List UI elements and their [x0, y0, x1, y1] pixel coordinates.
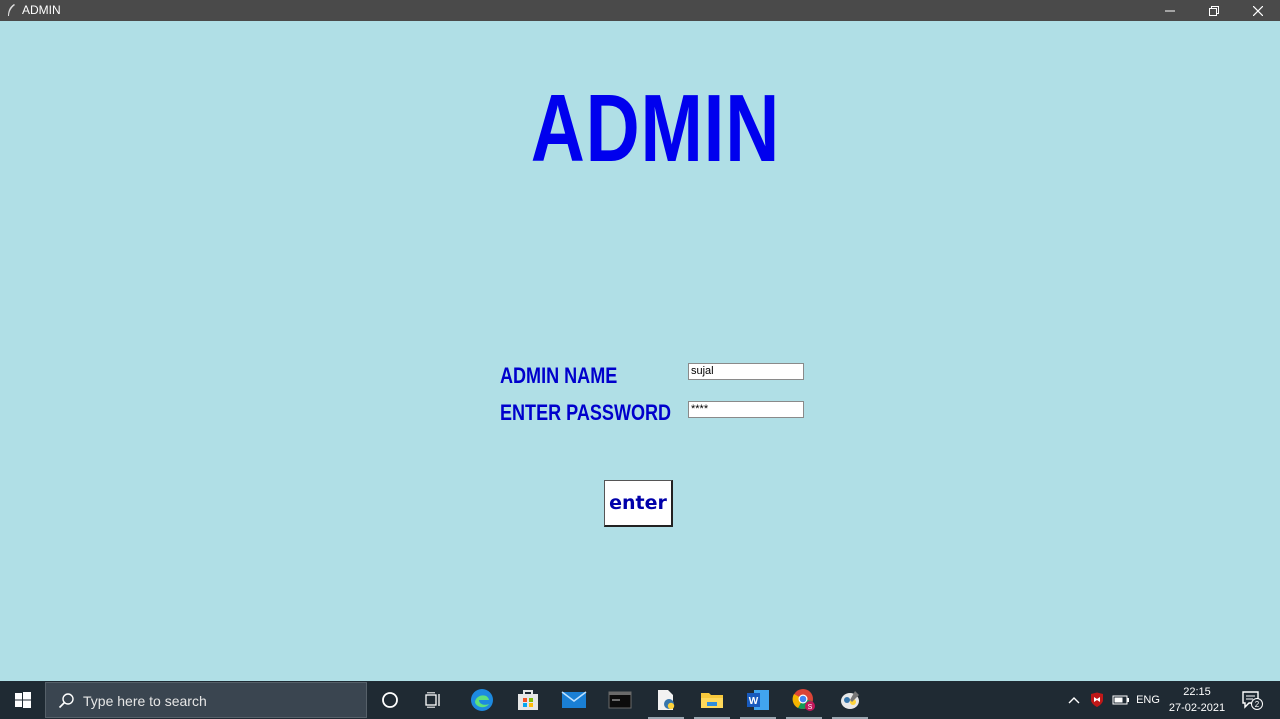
- taskbar-python-idle[interactable]: [828, 681, 872, 719]
- taskbar: Type here to search W S ENG 22:15 27-02-…: [0, 681, 1280, 719]
- edge-icon: [471, 689, 493, 711]
- search-placeholder: Type here to search: [83, 693, 207, 709]
- window-titlebar: ADMIN: [0, 0, 1280, 21]
- search-icon: [58, 693, 74, 709]
- show-hidden-icons-button[interactable]: [1064, 681, 1084, 719]
- word-icon: W: [747, 690, 769, 710]
- taskbar-edge[interactable]: [460, 681, 504, 719]
- taskbar-terminal[interactable]: [598, 681, 642, 719]
- close-button[interactable]: [1236, 0, 1280, 21]
- password-label: ENTER PASSWORD: [500, 400, 672, 425]
- restore-icon: [1209, 5, 1219, 16]
- minimize-button[interactable]: [1148, 0, 1192, 21]
- password-input[interactable]: ****: [688, 401, 804, 418]
- window-title: ADMIN: [22, 3, 61, 17]
- chrome-icon: S: [792, 689, 815, 711]
- admin-login-window: ADMIN ADMIN NAME ENTER PASSWORD sujal **…: [0, 21, 1280, 681]
- cortana-icon: [382, 692, 398, 708]
- windows-logo-icon: [14, 692, 31, 708]
- search-box[interactable]: Type here to search: [45, 682, 367, 718]
- language-indicator[interactable]: ENG: [1134, 681, 1162, 719]
- chevron-up-icon: [1068, 697, 1080, 704]
- mcafee-shield-icon: [1091, 692, 1103, 707]
- mcafee-tray[interactable]: [1086, 681, 1108, 719]
- idle-icon: [841, 691, 859, 709]
- taskbar-store[interactable]: [506, 681, 550, 719]
- page-title: ADMIN: [530, 75, 781, 182]
- start-button[interactable]: [0, 681, 45, 719]
- mail-icon: [561, 691, 587, 708]
- notification-count: 2: [1255, 700, 1260, 709]
- battery-tray[interactable]: [1110, 681, 1132, 719]
- svg-text:S: S: [808, 704, 813, 711]
- admin-name-label: ADMIN NAME: [500, 363, 618, 388]
- taskbar-chrome[interactable]: S: [782, 681, 826, 719]
- folder-icon: [701, 693, 723, 708]
- taskbar-python[interactable]: [644, 681, 688, 719]
- taskbar-clock[interactable]: 22:15 27-02-2021: [1164, 684, 1230, 716]
- terminal-icon: [608, 691, 632, 709]
- notification-icon: 2: [1242, 691, 1263, 710]
- restore-button[interactable]: [1192, 0, 1236, 21]
- cortana-button[interactable]: [368, 681, 412, 719]
- taskbar-file-explorer[interactable]: [690, 681, 734, 719]
- admin-name-input[interactable]: sujal: [688, 363, 804, 380]
- clock-time: 22:15: [1183, 686, 1211, 698]
- enter-button[interactable]: enter: [604, 480, 673, 527]
- close-icon: [1253, 5, 1263, 16]
- minimize-icon: [1165, 10, 1175, 11]
- clock-date: 27-02-2021: [1168, 702, 1226, 714]
- task-view-icon: [425, 692, 440, 708]
- task-view-button[interactable]: [412, 681, 456, 719]
- taskbar-word[interactable]: W: [736, 681, 780, 719]
- feather-icon: [6, 3, 16, 17]
- python-file-icon: [658, 690, 675, 710]
- taskbar-mail[interactable]: [552, 681, 596, 719]
- store-icon: [518, 690, 538, 710]
- action-center-button[interactable]: 2: [1234, 681, 1270, 719]
- svg-text:W: W: [749, 696, 759, 707]
- battery-icon: [1112, 695, 1129, 705]
